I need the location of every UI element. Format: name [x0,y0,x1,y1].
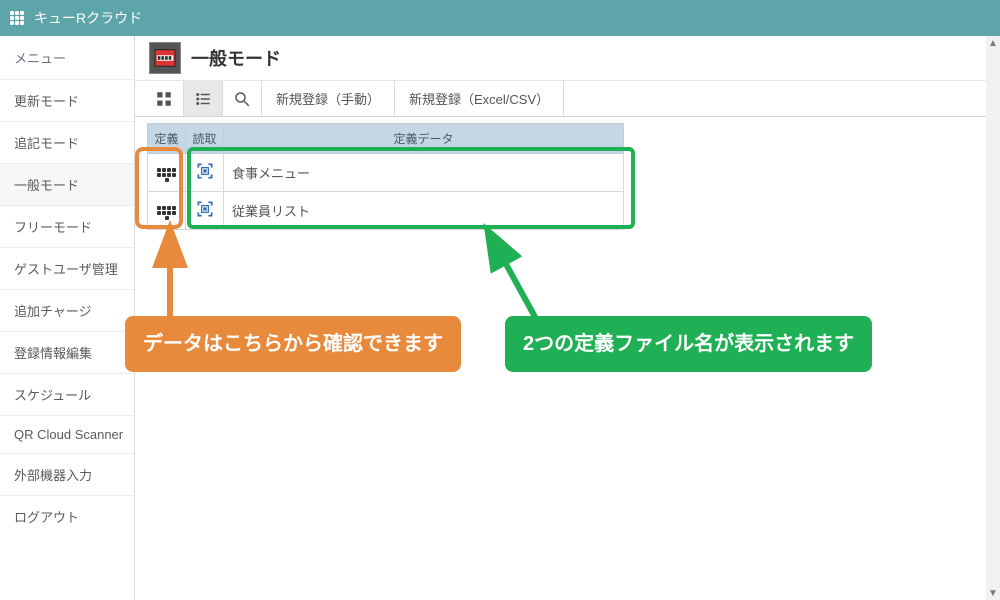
definition-data-cell[interactable]: 食事メニュー [224,154,624,192]
callout-orange: データはこちらから確認できます [125,316,461,372]
sidebar-item[interactable]: 更新モード [0,79,134,121]
sidebar-item[interactable]: 追加チャージ [0,289,134,331]
sidebar-item-label: 追加チャージ [14,304,92,319]
sidebar-item-label: QR Cloud Scanner [14,427,123,442]
scroll-down-icon[interactable]: ▼ [986,586,1000,600]
col-header-definition[interactable]: 定義 [148,124,186,154]
sidebar: メニュー 更新モード追記モード一般モードフリーモードゲストユーザ管理追加チャージ… [0,36,135,600]
grid-icon [155,90,173,108]
definition-icon-cell[interactable] [148,154,186,192]
sidebar-item[interactable]: フリーモード [0,205,134,247]
list-icon [194,90,212,108]
sidebar-item[interactable]: ゲストユーザ管理 [0,247,134,289]
sidebar-item-label: フリーモード [14,220,92,235]
vertical-scrollbar[interactable]: ▲ ▼ [986,36,1000,600]
toolbar: 新規登録（手動） 新規登録（Excel/CSV） [135,81,1000,117]
search-icon [233,90,251,108]
view-grid-button[interactable] [145,81,184,116]
definition-table: 定義 読取 定義データ 食事メニュー従業員リスト [147,123,624,230]
mode-logo-icon [149,42,181,74]
table-row: 食事メニュー [148,154,624,192]
definition-icon-cell[interactable] [148,192,186,230]
table-row: 従業員リスト [148,192,624,230]
sidebar-item[interactable]: 登録情報編集 [0,331,134,373]
sidebar-item[interactable]: 外部機器入力 [0,453,134,495]
title-bar: 一般モード [135,36,1000,81]
qr-scan-icon [195,199,215,219]
sidebar-item[interactable]: 追記モード [0,121,134,163]
read-icon-cell[interactable] [186,154,224,192]
sidebar-item[interactable]: 一般モード [0,163,134,205]
callout-green: 2つの定義ファイル名が表示されます [505,316,872,372]
read-icon-cell[interactable] [186,192,224,230]
sidebar-item[interactable]: スケジュール [0,373,134,415]
sidebar-item-label: 登録情報編集 [14,346,92,361]
sidebar-item-label: 外部機器入力 [14,468,92,483]
app-title: キューRクラウド [34,8,142,28]
sidebar-item[interactable]: ログアウト [0,495,134,537]
sidebar-item-label: 追記モード [14,136,79,151]
main-content: 一般モード 新規登録（手動） 新規登録（Excel/CSV） [135,36,1000,600]
new-excel-button[interactable]: 新規登録（Excel/CSV） [395,81,564,116]
scroll-up-icon[interactable]: ▲ [986,36,1000,50]
nine-dots-icon [157,203,177,223]
sidebar-item-label: ログアウト [14,510,79,525]
nine-dots-icon [157,165,177,185]
sidebar-item-label: 一般モード [14,178,79,193]
col-header-read[interactable]: 読取 [186,124,224,154]
col-header-data[interactable]: 定義データ [224,124,624,154]
sidebar-item-label: 更新モード [14,94,79,109]
definition-data-cell[interactable]: 従業員リスト [224,192,624,230]
app-header: キューRクラウド [0,0,1000,36]
page-title: 一般モード [191,45,281,71]
sidebar-item[interactable]: QR Cloud Scanner [0,415,134,453]
sidebar-item-label: スケジュール [14,388,91,403]
search-button[interactable] [223,81,262,116]
sidebar-item-label: ゲストユーザ管理 [14,262,118,277]
apps-grid-icon [8,9,26,27]
sidebar-title: メニュー [0,36,134,79]
qr-scan-icon [195,161,215,181]
new-manual-button[interactable]: 新規登録（手動） [262,81,395,116]
view-list-button[interactable] [184,81,223,116]
